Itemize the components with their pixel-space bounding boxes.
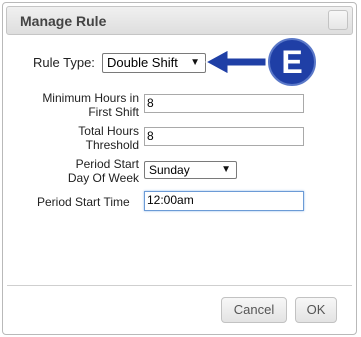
callout-arrow-icon	[204, 49, 267, 75]
total-hours-input[interactable]: 8	[144, 127, 304, 146]
period-start-day-label-line2: Day Of Week	[67, 171, 139, 185]
rule-type-select[interactable]: Double Shift ▼	[102, 53, 206, 73]
total-hours-label: Total Hours Threshold	[13, 124, 139, 152]
cancel-button[interactable]: Cancel	[221, 297, 287, 323]
rule-type-label: Rule Type:	[33, 55, 95, 70]
min-hours-label-line1: Minimum Hours in	[42, 91, 139, 105]
callout-badge-letter: E	[281, 44, 302, 80]
period-start-day-value: Sunday	[149, 163, 190, 177]
total-hours-label-line1: Total Hours	[78, 124, 139, 138]
min-hours-label-line2: First Shift	[88, 105, 139, 119]
chevron-down-icon: ▼	[221, 164, 231, 175]
annotation-callout: E	[204, 36, 318, 88]
footer-divider	[7, 285, 352, 286]
chevron-down-icon: ▼	[190, 57, 200, 68]
period-start-day-label: Period Start Day Of Week	[13, 157, 139, 185]
period-start-day-select[interactable]: Sunday ▼	[144, 161, 237, 179]
period-start-time-label: Period Start Time	[37, 195, 130, 209]
ok-button[interactable]: OK	[295, 297, 337, 323]
rule-type-value: Double Shift	[107, 55, 178, 70]
total-hours-label-line2: Threshold	[85, 138, 139, 152]
dialog-titlebar[interactable]: Manage Rule	[6, 6, 353, 35]
period-start-day-label-line1: Period Start	[75, 157, 139, 171]
min-hours-label: Minimum Hours in First Shift	[13, 91, 139, 119]
period-start-time-input[interactable]: 12:00am	[144, 191, 304, 211]
min-hours-input[interactable]: 8	[144, 94, 304, 113]
close-button[interactable]	[328, 10, 348, 30]
dialog-title: Manage Rule	[20, 13, 107, 29]
